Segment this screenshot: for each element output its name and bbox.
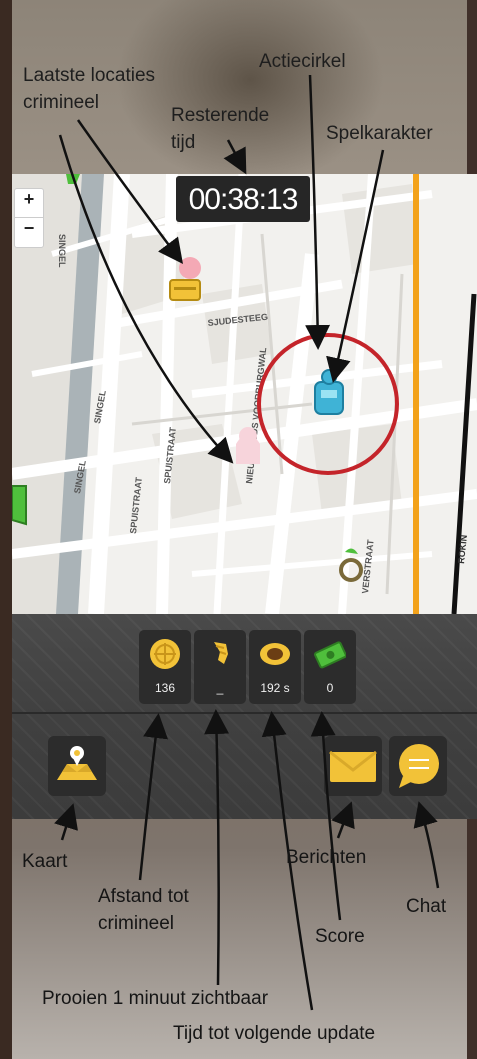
annotation-last-locations-line1: Laatste locaties	[23, 65, 156, 86]
annotation-time-next-update: Tijd tot volgende update	[173, 1023, 376, 1044]
annotation-game-character: Spelkarakter	[326, 123, 433, 144]
annotation-distance-line1: Afstand tot	[98, 886, 189, 907]
annotation-last-locations: Laatste locaties crimineel	[23, 62, 155, 116]
arrow-game-character	[326, 149, 385, 383]
arrow-prey-visible	[204, 709, 230, 986]
annotation-chat: Chat	[406, 896, 447, 917]
arrow-map	[54, 803, 78, 841]
arrow-chat	[413, 801, 440, 889]
annotation-distance: Afstand tot crimineel	[98, 883, 189, 937]
arrow-last-location-2	[58, 134, 234, 464]
arrow-last-location-1	[76, 119, 183, 265]
annotation-action-circle: Actiecirkel	[259, 51, 346, 72]
annotation-remaining-time-line2: tijd	[171, 132, 196, 153]
annotation-map: Kaart	[22, 851, 68, 872]
annotation-last-locations-line2: crimineel	[23, 92, 100, 113]
annotation-remaining-time: Resterende tijd	[171, 102, 269, 156]
arrow-messages	[331, 801, 355, 839]
annotation-score: Score	[315, 926, 365, 947]
arrow-score	[310, 711, 342, 921]
annotation-distance-line2: crimineel	[98, 913, 175, 934]
annotation-messages: Berichten	[286, 847, 367, 868]
annotation-remaining-time-line1: Resterende	[171, 105, 270, 126]
annotation-prey-visible: Prooien 1 minuut zichtbaar	[42, 988, 269, 1009]
arrow-distance	[138, 713, 168, 881]
arrow-action-circle	[305, 74, 331, 350]
